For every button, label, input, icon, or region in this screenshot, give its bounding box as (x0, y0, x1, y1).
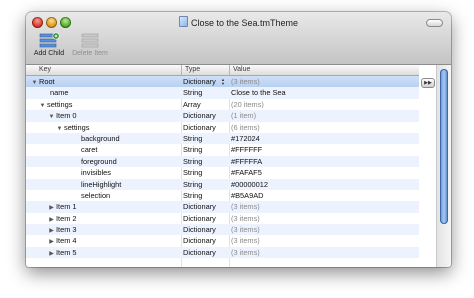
add-child-label: Add Child (33, 50, 65, 57)
value-cell[interactable]: #00000012 (231, 179, 411, 190)
value-cell: (1 item) (231, 111, 257, 121)
row-key: invisibles (81, 168, 111, 178)
type-cell: Dictionary (183, 213, 216, 223)
value-cell: (3 items) (231, 213, 260, 223)
value-cell: (3 items) (231, 236, 260, 246)
row-key: Item 3 (56, 225, 77, 235)
type-cell: Dictionary (183, 225, 216, 235)
type-cell: String (183, 179, 203, 189)
scrollbar-thumb[interactable] (440, 69, 448, 224)
window-title-bar: Close to the Sea.tmTheme (26, 16, 451, 28)
table-row[interactable]: name String Close to the Sea (26, 87, 419, 99)
column-header-key[interactable]: Key (39, 66, 51, 73)
row-key: Item 0 (56, 111, 77, 121)
value-cell: (3 items) (231, 225, 260, 235)
add-child-button[interactable]: Add Child (31, 32, 67, 57)
table-row[interactable]: foreground String #FFFFFA (26, 155, 419, 168)
table-row[interactable]: ▼ settings Dictionary (6 items) (26, 122, 419, 133)
plist-outline-view: Key Type Value ▼ Root Dictionary ▲ ▼ (3 it… (26, 65, 451, 267)
value-cell: (20 items) (231, 99, 264, 109)
table-row[interactable]: caret String #FFFFFF (26, 144, 419, 155)
key-cell: ▶ Item 5 (26, 247, 202, 260)
type-cell: Dictionary (183, 202, 216, 212)
table-row[interactable]: ▶ Item 1 Dictionary (3 items) (26, 201, 419, 213)
value-cell[interactable]: #FAFAF5 (231, 167, 411, 178)
row-key: selection (81, 190, 111, 200)
table-row[interactable]: ▶ Item 5 Dictionary (3 items) (26, 246, 419, 260)
plist-editor-window: Close to the Sea.tmTheme Add Child Delet… (26, 12, 451, 267)
value-cell[interactable]: Close to the Sea (231, 87, 411, 98)
table-header: Key Type Value (26, 65, 419, 76)
row-key: background (81, 133, 120, 143)
row-key: Item 4 (56, 236, 77, 246)
add-child-icon (39, 32, 60, 48)
type-cell: String (183, 133, 203, 143)
type-cell: Dictionary (183, 111, 216, 121)
type-cell[interactable]: Dictionary (183, 76, 226, 87)
type-cell: Dictionary (183, 122, 216, 132)
row-key: name (50, 88, 69, 98)
key-cell: name (26, 87, 204, 98)
vertical-scrollbar[interactable] (436, 65, 451, 267)
value-cell: (3 items) (231, 202, 260, 212)
table-row[interactable]: invisibles String #FAFAF5 (26, 167, 419, 178)
document-icon (178, 16, 188, 27)
value-cell[interactable]: #172024 (231, 133, 411, 144)
type-cell: String (183, 145, 203, 155)
value-cell: (6 items) (231, 122, 260, 132)
window-title: Close to the Sea.tmTheme (190, 18, 299, 28)
row-key: Item 1 (56, 202, 77, 212)
delete-item-icon (81, 33, 99, 48)
table-row[interactable]: ▶ Item 2 Dictionary (3 items) (26, 213, 419, 224)
row-key: lineHighlight (81, 179, 122, 189)
disclosure-triangle-icon[interactable]: ▶ (48, 249, 55, 260)
value-cell: (3 items) (231, 77, 260, 86)
row-key: settings (64, 122, 90, 132)
table-row[interactable]: ▼ Item 0 Dictionary (1 item) (26, 110, 419, 122)
column-header-type[interactable]: Type (185, 66, 200, 73)
table-row[interactable]: ▶ Item 4 Dictionary (3 items) (26, 235, 419, 246)
row-action-button[interactable]: ▶▶ (421, 78, 435, 88)
type-cell: String (183, 156, 203, 166)
type-cell: String (183, 168, 203, 178)
delete-item-label: Delete Item (72, 50, 108, 57)
type-stepper-icon[interactable]: ▲ ▼ (221, 78, 226, 86)
column-divider[interactable] (229, 65, 230, 75)
table-row[interactable]: lineHighlight String #00000012 (26, 178, 419, 190)
type-cell: Dictionary (183, 247, 216, 257)
value-cell[interactable]: #FFFFFF (231, 144, 411, 155)
row-key: foreground (81, 156, 117, 166)
toolbar-toggle-button[interactable] (426, 19, 443, 27)
table-row[interactable]: selection String #B5A9AD (26, 190, 419, 201)
table-row[interactable]: ▶ Item 3 Dictionary (3 items) (26, 224, 419, 236)
row-key: Item 5 (56, 247, 77, 257)
value-cell[interactable]: #FFFFFA (231, 156, 411, 167)
type-cell: Array (183, 99, 201, 109)
type-cell: String (183, 190, 203, 200)
value-cell: (3 items) (231, 247, 260, 257)
value-cell[interactable]: #B5A9AD (231, 190, 411, 201)
row-key: caret (81, 145, 98, 155)
row-key: Root (39, 77, 55, 86)
window-toolbar: Close to the Sea.tmTheme Add Child Delet… (26, 12, 451, 65)
column-divider[interactable] (181, 65, 182, 75)
row-key: settings (47, 99, 73, 109)
table-body: ▼ Root Dictionary ▲ ▼ (3 items) name Strin… (26, 76, 419, 260)
table-row[interactable]: ▼ Root Dictionary ▲ ▼ (3 items) (26, 76, 419, 88)
type-cell: Dictionary (183, 236, 216, 246)
row-key: Item 2 (56, 213, 77, 223)
table-row[interactable]: background String #172024 (26, 132, 419, 145)
delete-item-button[interactable]: Delete Item (68, 32, 112, 57)
table-row[interactable]: ▼ settings Array (20 items) (26, 99, 419, 110)
column-header-value[interactable]: Value (233, 66, 250, 73)
type-cell: String (183, 88, 203, 98)
